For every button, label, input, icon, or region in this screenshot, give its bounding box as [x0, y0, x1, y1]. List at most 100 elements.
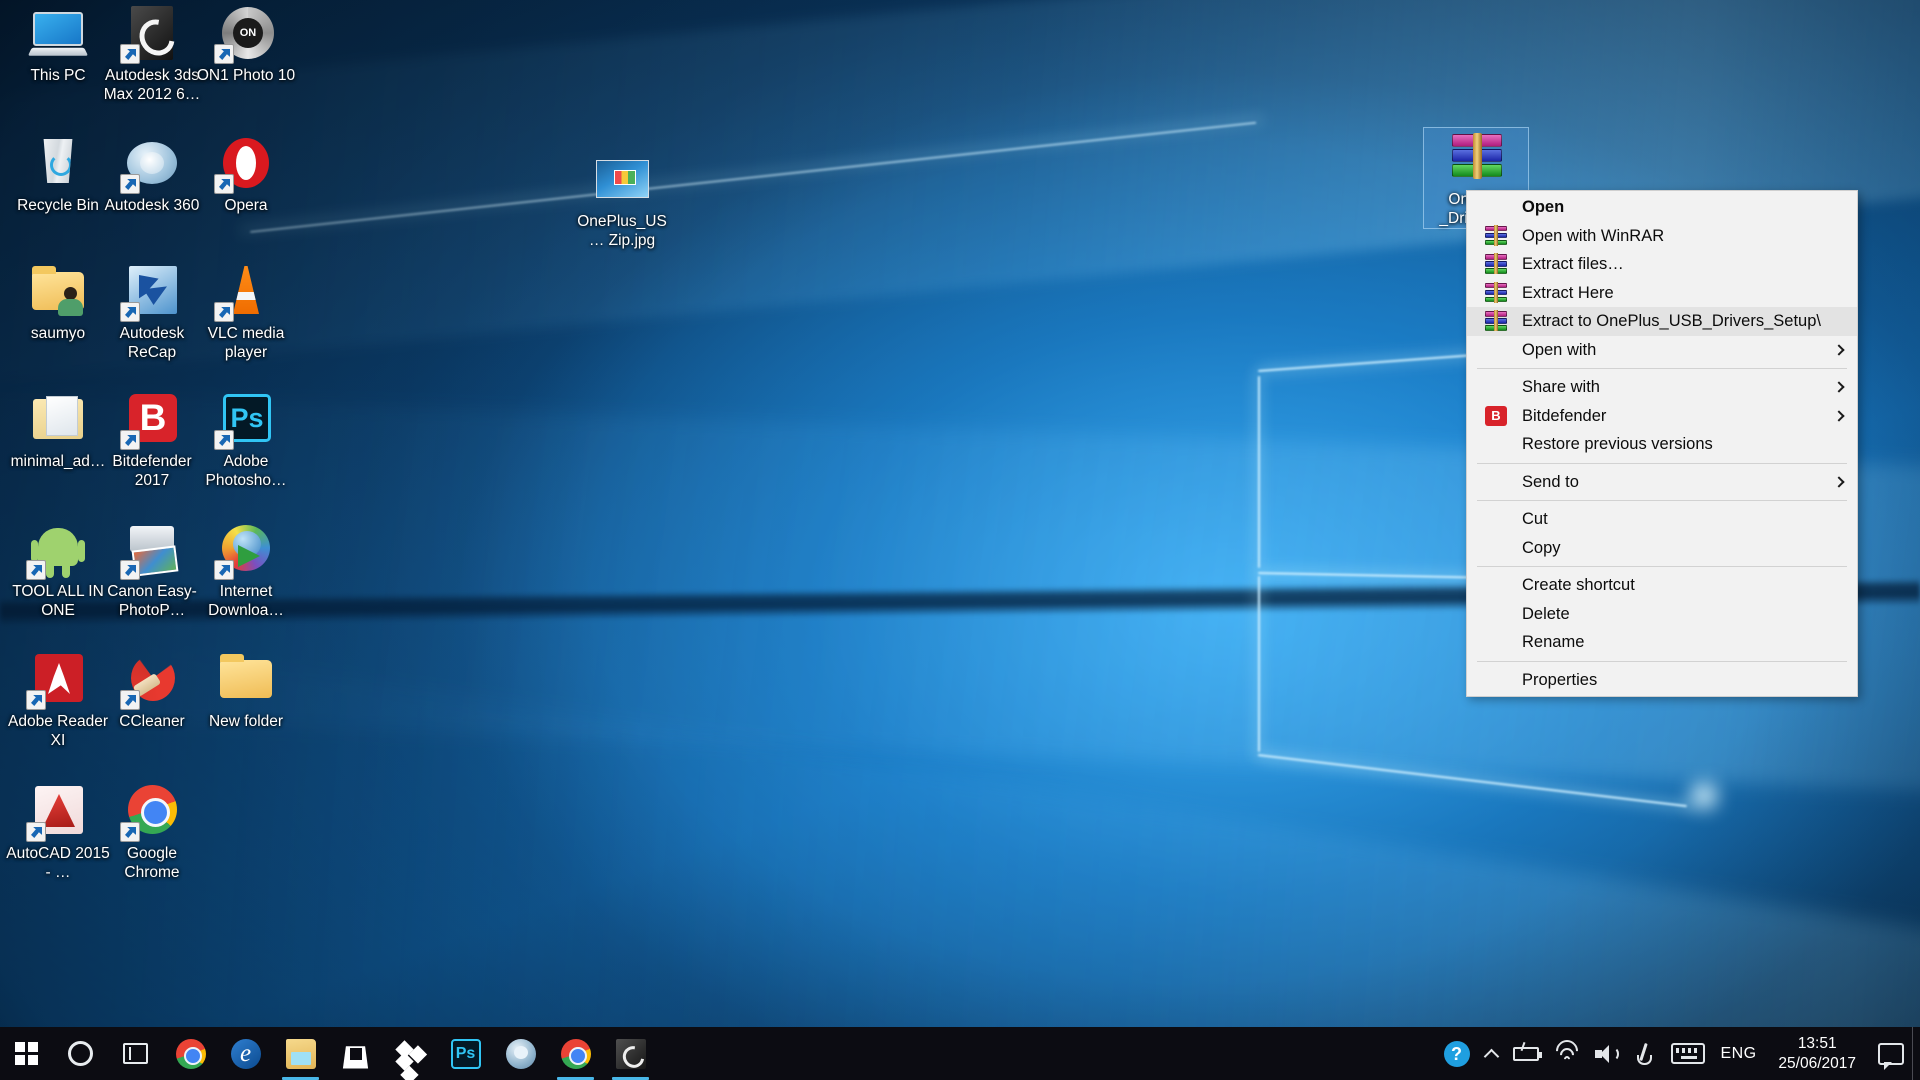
context-menu-separator [1477, 462, 1847, 464]
a-folder-person-icon [29, 262, 87, 320]
taskbar-task-view-button[interactable] [108, 1027, 163, 1080]
context-menu-item[interactable]: Rename [1467, 628, 1857, 657]
context-menu-item[interactable]: Extract files… [1467, 250, 1857, 279]
a-jpg-icon [593, 150, 651, 208]
context-menu-item[interactable]: Extract Here [1467, 279, 1857, 308]
context-menu-item[interactable]: Share with [1467, 373, 1857, 402]
a-recap-icon [120, 262, 181, 322]
taskbar-dropbox[interactable] [383, 1027, 438, 1080]
desktop-icon[interactable]: TOOL ALL IN ONE [6, 520, 110, 620]
desktop-icon[interactable]: Adobe Reader XI [6, 650, 110, 750]
action-center-icon[interactable] [1870, 1027, 1912, 1080]
winrar-icon [1485, 310, 1507, 332]
desktop-icon-label: New folder [208, 713, 284, 730]
context-menu-separator [1477, 500, 1847, 501]
touch-keyboard-icon[interactable] [1663, 1027, 1713, 1080]
context-menu-item[interactable]: Create shortcut [1467, 571, 1857, 600]
desktop-icon-label: saumyo [30, 325, 86, 342]
desktop-icon[interactable]: ON1 Photo 10 [194, 4, 298, 86]
show-desktop-button[interactable] [1912, 1027, 1920, 1080]
desktop-icon[interactable]: Autodesk ReCap [100, 262, 204, 362]
desktop-icon[interactable]: CCleaner [100, 650, 204, 732]
taskbar-autodesk-360[interactable] [493, 1027, 548, 1080]
clock-date: 25/06/2017 [1778, 1054, 1856, 1072]
photoshop-icon [450, 1038, 481, 1069]
a-docfolder-icon [29, 390, 87, 448]
desktop-icon[interactable]: saumyo [6, 262, 110, 344]
context-menu-item[interactable]: Delete [1467, 600, 1857, 629]
context-menu-item[interactable]: Send to [1467, 468, 1857, 497]
shortcut-overlay-icon [214, 560, 234, 580]
desktop-icon-label: ON1 Photo 10 [196, 67, 296, 84]
taskbar-empty-area[interactable] [658, 1027, 1436, 1080]
context-menu-item-label: Restore previous versions [1522, 435, 1713, 453]
desktop-icon[interactable]: AutoCAD 2015 - … [6, 782, 110, 882]
desktop-icon[interactable]: Opera [194, 134, 298, 216]
context-menu-item[interactable]: Restore previous versions [1467, 430, 1857, 459]
context-menu-item[interactable]: Open with WinRAR [1467, 222, 1857, 251]
taskbar-cortana-search[interactable] [53, 1027, 108, 1080]
language-indicator[interactable]: ENG [1713, 1027, 1765, 1080]
folder-icon [285, 1038, 316, 1069]
desktop-icon[interactable]: Autodesk 360 [100, 134, 204, 216]
taskbar[interactable]: ? ENG 13:51 25/06/2017 [0, 1027, 1920, 1080]
taskbar-3ds-max[interactable] [603, 1027, 658, 1080]
desktop-icon[interactable]: VLC media player [194, 262, 298, 362]
desktop-icon-label: VLC media player [207, 325, 285, 361]
battery-charging-icon[interactable] [1505, 1027, 1547, 1080]
file-context-menu[interactable]: Open Open with WinRAR Extract files… Extrac… [1466, 190, 1858, 697]
context-menu-item[interactable]: Extract to OnePlus_USB_Drivers_Setup\ [1467, 307, 1857, 336]
windows-logo-icon [15, 1042, 38, 1065]
volume-icon[interactable] [1587, 1027, 1627, 1080]
wifi-icon[interactable] [1547, 1027, 1587, 1080]
taskbar-microsoft-store[interactable] [328, 1027, 383, 1080]
desktop-icon-label: Autodesk 3ds Max 2012 6… [103, 67, 201, 103]
winrar-icon [1485, 224, 1507, 246]
taskbar-file-explorer[interactable] [273, 1027, 328, 1080]
help-icon[interactable]: ? [1436, 1027, 1478, 1080]
context-menu-item[interactable]: Open with [1467, 336, 1857, 365]
desktop-icon[interactable]: Bitdefender 2017 [100, 390, 204, 490]
taskbar-start-button[interactable] [0, 1027, 53, 1080]
taskbar-photoshop[interactable] [438, 1027, 493, 1080]
show-hidden-icons-icon[interactable] [1478, 1027, 1505, 1080]
a-bin-icon [29, 134, 87, 192]
context-menu-item[interactable]: Properties [1467, 666, 1857, 695]
desktop-icon[interactable]: Autodesk 3ds Max 2012 6… [100, 4, 204, 104]
clock[interactable]: 13:51 25/06/2017 [1764, 1034, 1870, 1074]
a-cc-icon [120, 650, 181, 710]
shortcut-overlay-icon [214, 44, 234, 64]
context-menu-item[interactable]: Open [1467, 193, 1857, 222]
chevron-right-icon [1833, 476, 1845, 488]
context-menu-item-label: Copy [1522, 538, 1561, 557]
desktop-icon[interactable]: OnePlus_US… Zip.jpg [570, 150, 674, 250]
a-a360-icon [120, 134, 181, 194]
desktop-icon[interactable]: This PC [6, 4, 110, 86]
desktop-icon[interactable]: Recycle Bin [6, 134, 110, 216]
taskbar-chrome-2[interactable] [548, 1027, 603, 1080]
context-menu-item[interactable]: Copy [1467, 534, 1857, 563]
a-thispc-icon [27, 4, 89, 62]
desktop-icon[interactable]: Internet Downloa… [194, 520, 298, 620]
context-menu-item[interactable]: B Bitdefender [1467, 402, 1857, 431]
desktop-icon[interactable]: minimal_ad… [6, 390, 110, 472]
desktop-icon[interactable]: New folder [194, 650, 298, 732]
desktop-icon[interactable]: Google Chrome [100, 782, 204, 882]
task-view-icon [123, 1043, 148, 1064]
desktop-icon-label: Canon Easy-PhotoP… [107, 583, 197, 619]
a-pdf-icon [26, 650, 87, 710]
bitdefender-icon: B [1485, 405, 1507, 426]
shortcut-overlay-icon [120, 822, 140, 842]
pen-workspace-icon[interactable] [1627, 1027, 1663, 1080]
desktop-icon-label: Adobe Reader XI [8, 713, 108, 749]
context-menu-item[interactable]: Cut [1467, 505, 1857, 534]
desktop-icon[interactable]: Canon Easy-PhotoP… [100, 520, 204, 620]
chrome-icon [560, 1038, 591, 1069]
taskbar-chrome-1[interactable] [163, 1027, 218, 1080]
desktop-icon-label: AutoCAD 2015 - … [6, 845, 110, 881]
desktop-icon-label: Opera [224, 197, 268, 214]
desktop-icon[interactable]: Adobe Photosho… [194, 390, 298, 490]
taskbar-edge[interactable] [218, 1027, 273, 1080]
a-acad-icon [26, 782, 87, 842]
a-on1-icon [214, 4, 275, 64]
